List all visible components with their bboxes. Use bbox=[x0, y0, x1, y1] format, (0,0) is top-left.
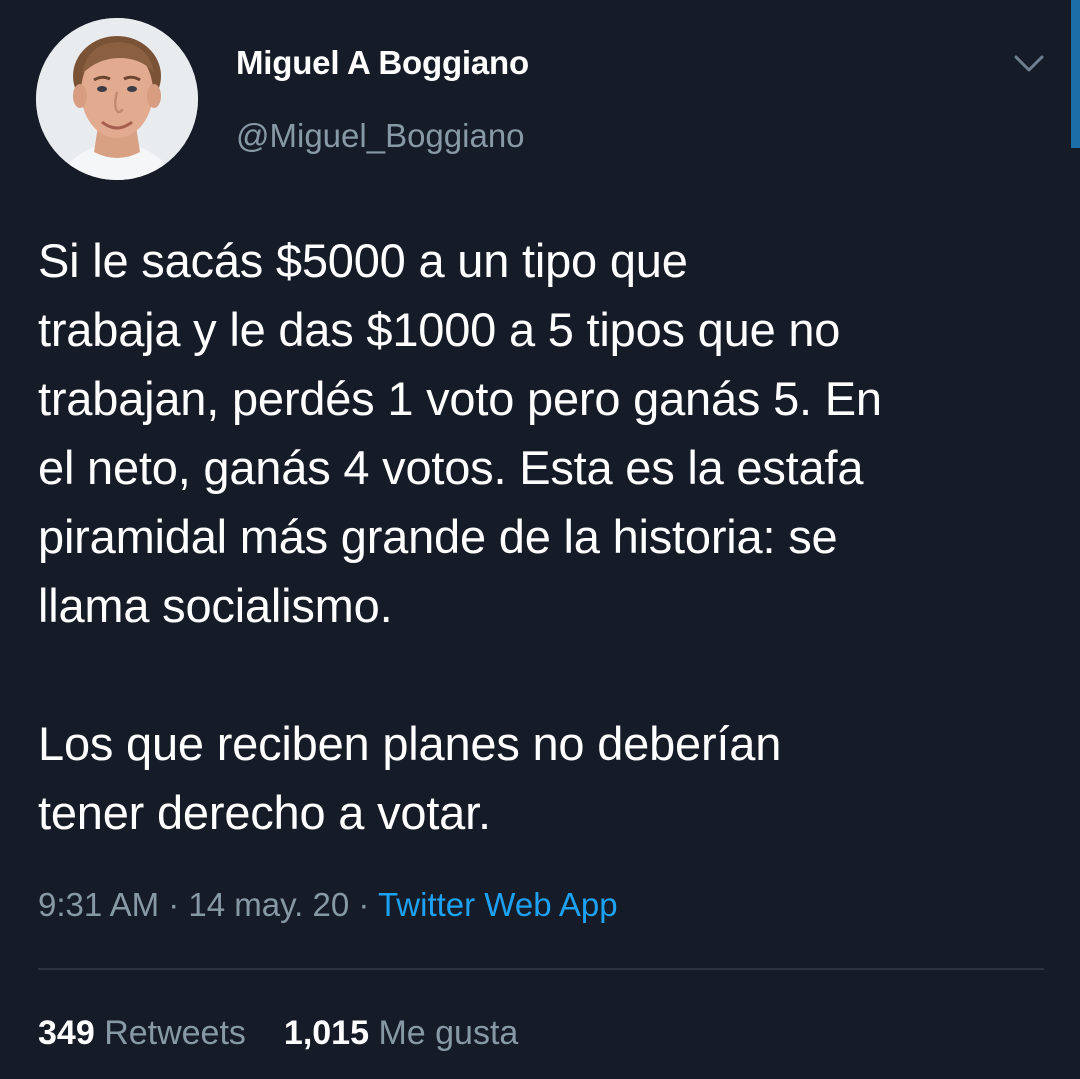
author-handle[interactable]: @Miguel_Boggiano bbox=[236, 117, 525, 155]
tweet-paragraph: Si le sacás $5000 a un tipo que trabaja … bbox=[38, 234, 882, 632]
tweet-text: Si le sacás $5000 a un tipo que trabaja … bbox=[38, 226, 1048, 847]
meta-separator: · bbox=[159, 886, 189, 923]
tweet-card: Miguel A Boggiano @Miguel_Boggiano Si le… bbox=[0, 0, 1080, 1079]
tweet-stats: 349 Retweets 1,015 Me gusta bbox=[38, 1014, 518, 1053]
avatar-photo bbox=[36, 18, 198, 180]
scrollbar[interactable] bbox=[1071, 0, 1080, 148]
tweet-date[interactable]: 14 may. 20 bbox=[188, 886, 349, 923]
retweets-count: 349 bbox=[38, 1014, 95, 1052]
divider bbox=[38, 968, 1044, 970]
author-name[interactable]: Miguel A Boggiano bbox=[236, 44, 529, 82]
avatar[interactable] bbox=[36, 18, 198, 180]
likes-label: Me gusta bbox=[378, 1014, 519, 1052]
meta-separator: · bbox=[349, 886, 378, 923]
retweets-stat[interactable]: 349 Retweets bbox=[38, 1014, 246, 1052]
tweet-paragraph: Los que reciben planes no deberían tener… bbox=[38, 717, 782, 839]
retweets-label: Retweets bbox=[104, 1014, 246, 1052]
tweet-time[interactable]: 9:31 AM bbox=[38, 886, 159, 923]
likes-stat[interactable]: 1,015 Me gusta bbox=[284, 1014, 518, 1052]
tweet-source-link[interactable]: Twitter Web App bbox=[378, 886, 618, 923]
tweet-meta: 9:31 AM · 14 may. 20 · Twitter Web App bbox=[38, 886, 618, 924]
likes-count: 1,015 bbox=[283, 1014, 370, 1052]
chevron-down-icon[interactable] bbox=[1006, 44, 1052, 84]
